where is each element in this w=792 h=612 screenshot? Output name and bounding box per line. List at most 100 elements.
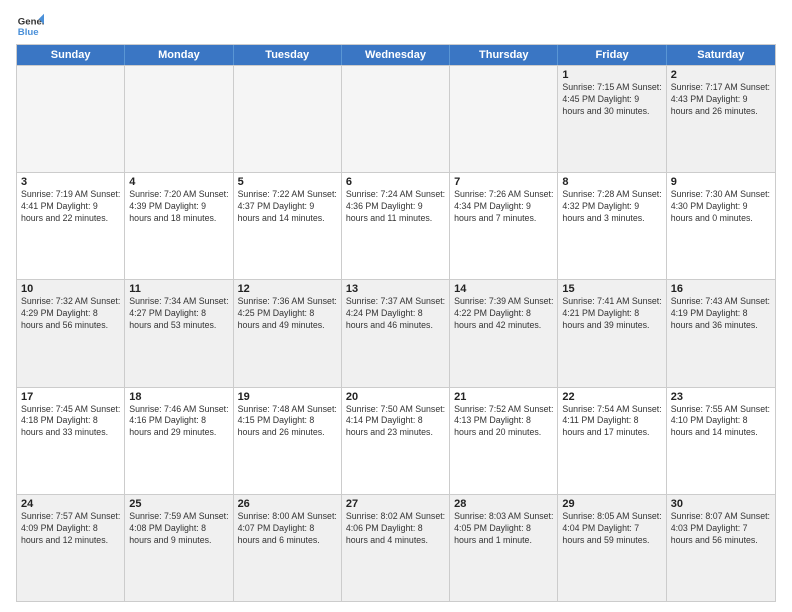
day-header-friday: Friday [558,45,666,65]
day-header-sunday: Sunday [17,45,125,65]
svg-text:Blue: Blue [18,27,39,38]
logo-icon: General Blue [16,12,44,40]
day-number: 17 [21,391,120,403]
calendar-cell [125,66,233,172]
day-info: Sunrise: 7:41 AM Sunset: 4:21 PM Dayligh… [562,296,661,332]
calendar-cell: 6Sunrise: 7:24 AM Sunset: 4:36 PM Daylig… [342,173,450,279]
day-info: Sunrise: 7:26 AM Sunset: 4:34 PM Dayligh… [454,189,553,225]
day-number: 10 [21,283,120,295]
calendar-cell [234,66,342,172]
day-number: 8 [562,176,661,188]
calendar-cell: 21Sunrise: 7:52 AM Sunset: 4:13 PM Dayli… [450,388,558,494]
day-number: 22 [562,391,661,403]
day-header-thursday: Thursday [450,45,558,65]
day-info: Sunrise: 7:50 AM Sunset: 4:14 PM Dayligh… [346,404,445,440]
day-number: 21 [454,391,553,403]
day-number: 5 [238,176,337,188]
day-info: Sunrise: 7:57 AM Sunset: 4:09 PM Dayligh… [21,511,120,547]
day-number: 23 [671,391,771,403]
day-number: 20 [346,391,445,403]
day-number: 14 [454,283,553,295]
calendar-cell: 7Sunrise: 7:26 AM Sunset: 4:34 PM Daylig… [450,173,558,279]
day-info: Sunrise: 8:00 AM Sunset: 4:07 PM Dayligh… [238,511,337,547]
day-number: 2 [671,69,771,81]
day-number: 29 [562,498,661,510]
calendar-row: 24Sunrise: 7:57 AM Sunset: 4:09 PM Dayli… [17,494,775,601]
day-number: 13 [346,283,445,295]
calendar-cell: 12Sunrise: 7:36 AM Sunset: 4:25 PM Dayli… [234,280,342,386]
day-header-monday: Monday [125,45,233,65]
day-info: Sunrise: 7:36 AM Sunset: 4:25 PM Dayligh… [238,296,337,332]
day-number: 27 [346,498,445,510]
day-info: Sunrise: 7:52 AM Sunset: 4:13 PM Dayligh… [454,404,553,440]
day-number: 24 [21,498,120,510]
day-info: Sunrise: 7:32 AM Sunset: 4:29 PM Dayligh… [21,296,120,332]
day-info: Sunrise: 7:37 AM Sunset: 4:24 PM Dayligh… [346,296,445,332]
day-number: 3 [21,176,120,188]
calendar-row: 10Sunrise: 7:32 AM Sunset: 4:29 PM Dayli… [17,279,775,386]
day-header-tuesday: Tuesday [234,45,342,65]
calendar-row: 1Sunrise: 7:15 AM Sunset: 4:45 PM Daylig… [17,65,775,172]
calendar-header: SundayMondayTuesdayWednesdayThursdayFrid… [17,45,775,65]
calendar-cell: 10Sunrise: 7:32 AM Sunset: 4:29 PM Dayli… [17,280,125,386]
day-info: Sunrise: 7:24 AM Sunset: 4:36 PM Dayligh… [346,189,445,225]
day-number: 26 [238,498,337,510]
calendar-cell: 16Sunrise: 7:43 AM Sunset: 4:19 PM Dayli… [667,280,775,386]
day-info: Sunrise: 8:02 AM Sunset: 4:06 PM Dayligh… [346,511,445,547]
calendar-cell: 17Sunrise: 7:45 AM Sunset: 4:18 PM Dayli… [17,388,125,494]
day-info: Sunrise: 7:15 AM Sunset: 4:45 PM Dayligh… [562,82,661,118]
day-info: Sunrise: 7:34 AM Sunset: 4:27 PM Dayligh… [129,296,228,332]
page: General Blue SundayMondayTuesdayWednesda… [0,0,792,612]
calendar-cell: 4Sunrise: 7:20 AM Sunset: 4:39 PM Daylig… [125,173,233,279]
calendar-cell: 15Sunrise: 7:41 AM Sunset: 4:21 PM Dayli… [558,280,666,386]
logo: General Blue [16,12,44,40]
day-number: 11 [129,283,228,295]
calendar-cell: 1Sunrise: 7:15 AM Sunset: 4:45 PM Daylig… [558,66,666,172]
calendar-cell: 28Sunrise: 8:03 AM Sunset: 4:05 PM Dayli… [450,495,558,601]
day-info: Sunrise: 7:54 AM Sunset: 4:11 PM Dayligh… [562,404,661,440]
calendar-cell: 20Sunrise: 7:50 AM Sunset: 4:14 PM Dayli… [342,388,450,494]
calendar-cell [450,66,558,172]
calendar-cell: 26Sunrise: 8:00 AM Sunset: 4:07 PM Dayli… [234,495,342,601]
day-info: Sunrise: 7:43 AM Sunset: 4:19 PM Dayligh… [671,296,771,332]
day-info: Sunrise: 7:30 AM Sunset: 4:30 PM Dayligh… [671,189,771,225]
calendar-cell: 23Sunrise: 7:55 AM Sunset: 4:10 PM Dayli… [667,388,775,494]
day-info: Sunrise: 7:17 AM Sunset: 4:43 PM Dayligh… [671,82,771,118]
day-info: Sunrise: 7:48 AM Sunset: 4:15 PM Dayligh… [238,404,337,440]
day-info: Sunrise: 8:03 AM Sunset: 4:05 PM Dayligh… [454,511,553,547]
calendar-cell: 27Sunrise: 8:02 AM Sunset: 4:06 PM Dayli… [342,495,450,601]
day-number: 16 [671,283,771,295]
calendar-cell: 22Sunrise: 7:54 AM Sunset: 4:11 PM Dayli… [558,388,666,494]
day-number: 4 [129,176,228,188]
calendar-cell: 18Sunrise: 7:46 AM Sunset: 4:16 PM Dayli… [125,388,233,494]
calendar-cell: 8Sunrise: 7:28 AM Sunset: 4:32 PM Daylig… [558,173,666,279]
calendar-cell: 11Sunrise: 7:34 AM Sunset: 4:27 PM Dayli… [125,280,233,386]
day-info: Sunrise: 7:59 AM Sunset: 4:08 PM Dayligh… [129,511,228,547]
calendar-cell: 29Sunrise: 8:05 AM Sunset: 4:04 PM Dayli… [558,495,666,601]
calendar-cell [342,66,450,172]
calendar-cell: 30Sunrise: 8:07 AM Sunset: 4:03 PM Dayli… [667,495,775,601]
day-number: 19 [238,391,337,403]
calendar: SundayMondayTuesdayWednesdayThursdayFrid… [16,44,776,602]
day-number: 12 [238,283,337,295]
calendar-cell: 5Sunrise: 7:22 AM Sunset: 4:37 PM Daylig… [234,173,342,279]
calendar-cell: 19Sunrise: 7:48 AM Sunset: 4:15 PM Dayli… [234,388,342,494]
day-info: Sunrise: 7:39 AM Sunset: 4:22 PM Dayligh… [454,296,553,332]
day-info: Sunrise: 7:20 AM Sunset: 4:39 PM Dayligh… [129,189,228,225]
calendar-body: 1Sunrise: 7:15 AM Sunset: 4:45 PM Daylig… [17,65,775,601]
calendar-cell [17,66,125,172]
day-number: 30 [671,498,771,510]
day-info: Sunrise: 7:46 AM Sunset: 4:16 PM Dayligh… [129,404,228,440]
day-number: 1 [562,69,661,81]
calendar-row: 17Sunrise: 7:45 AM Sunset: 4:18 PM Dayli… [17,387,775,494]
day-info: Sunrise: 7:45 AM Sunset: 4:18 PM Dayligh… [21,404,120,440]
day-number: 9 [671,176,771,188]
day-header-saturday: Saturday [667,45,775,65]
calendar-cell: 14Sunrise: 7:39 AM Sunset: 4:22 PM Dayli… [450,280,558,386]
calendar-cell: 3Sunrise: 7:19 AM Sunset: 4:41 PM Daylig… [17,173,125,279]
day-number: 15 [562,283,661,295]
calendar-row: 3Sunrise: 7:19 AM Sunset: 4:41 PM Daylig… [17,172,775,279]
day-number: 28 [454,498,553,510]
day-header-wednesday: Wednesday [342,45,450,65]
calendar-cell: 24Sunrise: 7:57 AM Sunset: 4:09 PM Dayli… [17,495,125,601]
